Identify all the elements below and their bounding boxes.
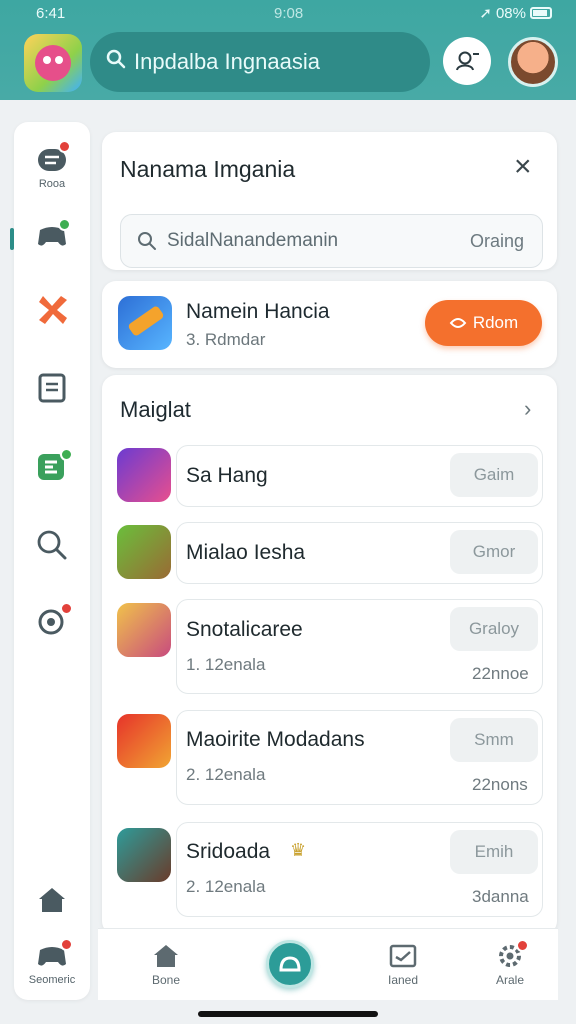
tools-icon	[39, 296, 67, 324]
play-icon	[449, 318, 467, 328]
notes-icon	[38, 373, 66, 403]
game-name: Mialao Iesha	[186, 541, 306, 564]
user-avatar[interactable]	[508, 37, 558, 87]
game-subtitle: 2. 12enala	[186, 877, 266, 896]
sidebar-item-settings[interactable]	[14, 602, 90, 638]
search-icon	[138, 232, 156, 250]
nav-label: Bone	[152, 973, 181, 987]
panel-search-field[interactable]: SidalNanandemanin Oraing	[120, 214, 543, 268]
notification-badge	[58, 140, 71, 153]
game-icon	[117, 525, 171, 579]
sidebar-item-more[interactable]: Seomeric	[14, 938, 90, 986]
game-count: 22nons	[472, 775, 528, 794]
online-badge	[60, 448, 73, 461]
featured-subtitle: 3. Rdmdar	[186, 330, 266, 349]
list-title: Maiglat	[120, 397, 191, 422]
magnifier-icon	[37, 530, 67, 560]
nav-item-inbox[interactable]: Ianed	[388, 943, 418, 987]
status-center-time: 9:08	[274, 5, 304, 22]
sidebar-bottom-label: Seomeric	[28, 974, 76, 986]
status-bar: 6:41 9:08 ➚ 08%	[0, 0, 576, 26]
game-button[interactable]: Emih	[450, 830, 538, 874]
notification-badge	[60, 602, 73, 615]
game-name: Sa Hang	[186, 464, 268, 487]
sidebar-item-tools[interactable]	[14, 294, 90, 326]
notification-badge	[60, 938, 73, 951]
app-logo-face-icon	[35, 45, 71, 81]
sidebar-item-home[interactable]	[14, 886, 90, 914]
home-icon	[154, 945, 179, 967]
sidebar-item-games[interactable]	[14, 218, 90, 250]
nav-item-settings[interactable]: Arale	[496, 939, 529, 987]
game-button[interactable]: Smm	[450, 718, 538, 762]
game-icon	[117, 603, 171, 657]
signal-icon: ➚	[479, 5, 492, 22]
game-name: Maoirite Modadans	[186, 728, 365, 751]
sidebar-item-edit[interactable]	[14, 448, 90, 482]
panel-search-placeholder: SidalNanandemanin	[167, 230, 339, 251]
game-icon	[117, 828, 171, 882]
notification-badge	[516, 939, 529, 952]
game-icon	[117, 714, 171, 768]
nav-item-home[interactable]: Bone	[152, 943, 180, 987]
game-button[interactable]: Gmor	[450, 530, 538, 574]
online-badge	[58, 218, 71, 231]
dome-icon	[279, 956, 301, 972]
sidebar-item-chat[interactable]: Rooa	[14, 140, 90, 190]
close-icon[interactable]: ×	[514, 152, 532, 182]
sidebar-top-label: Rooa	[38, 178, 66, 190]
game-count: 22nnoe	[472, 664, 529, 683]
sidebar-item-search[interactable]	[14, 528, 90, 560]
add-friend-icon	[456, 51, 479, 71]
sidebar: Rooa Seomeric	[14, 122, 90, 1000]
nav-label: Arale	[496, 973, 525, 987]
search-bar[interactable]	[90, 32, 430, 92]
game-name: Sridoada	[186, 840, 271, 863]
game-subtitle: 2. 12enala	[186, 765, 266, 784]
sidebar-active-indicator	[10, 228, 14, 250]
nav-label: Ianed	[388, 973, 419, 987]
game-count: 3danna	[472, 887, 529, 906]
game-name: Snotalicaree	[186, 618, 303, 641]
featured-game-icon	[118, 296, 172, 350]
featured-action-button[interactable]: Rdom	[425, 300, 542, 346]
battery-percent: 08%	[495, 4, 526, 22]
battery-icon	[530, 7, 552, 19]
featured-title: Namein Hancia	[186, 300, 330, 323]
chevron-right-icon[interactable]: ›	[524, 396, 531, 422]
sidebar-item-notes[interactable]	[14, 372, 90, 404]
status-time: 6:41	[36, 5, 66, 22]
game-button[interactable]: Gaim	[450, 453, 538, 497]
add-friend-button[interactable]	[443, 37, 491, 85]
status-right: ➚ 08%	[479, 4, 552, 22]
center-action-button[interactable]	[266, 940, 314, 988]
bottom-nav: Bone Ianed Arale	[98, 928, 558, 1000]
trophy-icon: ♛	[290, 840, 307, 860]
home-icon	[39, 888, 65, 912]
panel-title: Nanama Imgania	[120, 156, 296, 182]
app-logo[interactable]	[24, 34, 82, 92]
home-indicator	[198, 1011, 378, 1017]
inbox-icon	[389, 944, 417, 968]
game-icon	[117, 448, 171, 502]
featured-action-label: Rdom	[472, 313, 519, 332]
search-icon	[106, 49, 126, 75]
game-subtitle: 1. 12enala	[186, 655, 266, 674]
panel-search-hint: Oraing	[469, 231, 524, 251]
search-input[interactable]	[134, 49, 414, 75]
game-button[interactable]: Graloy	[450, 607, 538, 651]
